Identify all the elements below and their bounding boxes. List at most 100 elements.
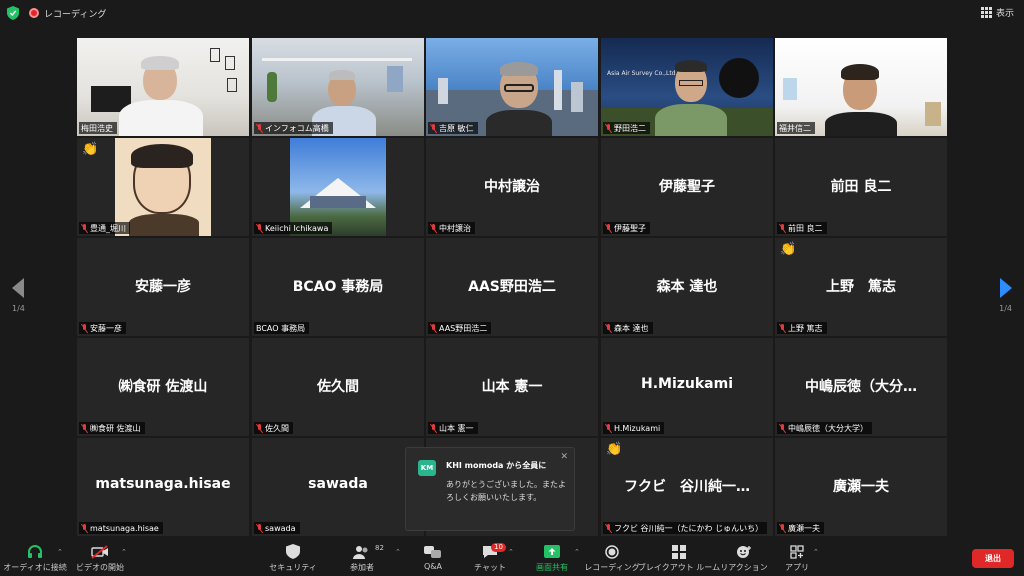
chat-bubble-icon: 10 bbox=[481, 543, 506, 559]
participant-display-name: 中村譲治 bbox=[484, 179, 540, 195]
headphones-icon bbox=[26, 544, 44, 559]
participants-chevron-up-icon[interactable]: ⌃ bbox=[395, 548, 401, 556]
audio-options-chevron-up-icon[interactable]: ⌃ bbox=[57, 548, 63, 556]
participant-tile[interactable]: 森本 達也 森本 達也 bbox=[601, 238, 773, 336]
participant-tile[interactable]: 梅田浩史 bbox=[77, 38, 249, 136]
chat-chevron-up-icon[interactable]: ⌃ bbox=[508, 548, 514, 556]
participant-display-name: 中嶋辰徳（大分… bbox=[805, 379, 917, 395]
participant-name-tag: 佐久間 bbox=[254, 422, 293, 434]
raised-hand-icon: 👏 bbox=[606, 442, 623, 457]
participant-display-name: sawada bbox=[308, 476, 368, 492]
video-options-chevron-up-icon[interactable]: ⌃ bbox=[121, 548, 127, 556]
participant-tile[interactable]: 安藤一彦 安藤一彦 bbox=[77, 238, 249, 336]
participant-name-tag: インフォコム高橋 bbox=[254, 122, 333, 134]
participant-tile[interactable]: ㈱食研 佐渡山 ㈱食研 佐渡山 bbox=[77, 338, 249, 436]
muted-mic-icon bbox=[605, 323, 612, 333]
start-video-button[interactable]: ビデオの開始 bbox=[74, 544, 126, 576]
participant-display-name: matsunaga.hisae bbox=[95, 476, 231, 492]
participant-tile[interactable]: 山本 憲一 山本 憲一 bbox=[426, 338, 598, 436]
participant-tile[interactable]: BCAO 事務局 BCAO 事務局 bbox=[252, 238, 424, 336]
participant-tile[interactable]: インフォコム高橋 bbox=[252, 38, 424, 136]
participant-display-name: 安藤一彦 bbox=[135, 279, 191, 295]
security-shield-icon[interactable] bbox=[7, 6, 19, 20]
apps-button[interactable]: アプリ bbox=[784, 544, 810, 576]
participants-count: 82 bbox=[375, 544, 384, 552]
top-bar: レコーディング 表示 bbox=[0, 0, 1024, 26]
shield-icon bbox=[284, 544, 302, 559]
participant-tile[interactable]: H.Mizukami H.Mizukami bbox=[601, 338, 773, 436]
breakout-rooms-icon bbox=[670, 544, 688, 559]
muted-mic-icon bbox=[256, 123, 263, 133]
muted-mic-icon bbox=[605, 123, 612, 133]
close-icon[interactable]: ✕ bbox=[560, 452, 568, 462]
page-indicator-left: 1/4 bbox=[12, 304, 25, 313]
chat-sender-avatar: KM bbox=[418, 460, 436, 476]
participant-display-name: 上野 篤志 bbox=[826, 279, 896, 295]
raised-hand-icon: 👏 bbox=[82, 142, 99, 157]
participant-tile[interactable]: 中村譲治 中村譲治 bbox=[426, 138, 598, 236]
participant-tile-active-speaker[interactable]: 福井信二 bbox=[775, 38, 947, 136]
record-button[interactable]: レコーディング bbox=[584, 544, 640, 576]
participant-display-name: AAS野田浩二 bbox=[468, 279, 556, 295]
chat-unread-badge: 10 bbox=[491, 543, 506, 552]
recording-icon[interactable] bbox=[29, 8, 39, 18]
participant-tile[interactable]: 廣瀬一夫 廣瀬一夫 bbox=[775, 438, 947, 536]
participant-name-tag: sawada bbox=[254, 522, 300, 534]
participant-tile[interactable]: Asia Air Survey Co.,Ltd. 野田浩二 bbox=[601, 38, 773, 136]
prev-page-arrow-icon[interactable] bbox=[12, 278, 24, 298]
muted-mic-icon bbox=[779, 523, 786, 533]
participant-name-tag: H.Mizukami bbox=[603, 422, 665, 434]
chat-sender-line: KHI momoda から全員に bbox=[446, 461, 547, 470]
participant-tile[interactable]: 吉原 敏仁 bbox=[426, 38, 598, 136]
record-icon bbox=[603, 544, 621, 559]
view-button[interactable]: 表示 bbox=[980, 6, 1014, 19]
participant-tile[interactable]: 佐久間 佐久間 bbox=[252, 338, 424, 436]
view-label: 表示 bbox=[995, 9, 1014, 19]
chat-message-text: ありがとうございました。またよろしくお願いいたします。 bbox=[446, 480, 566, 502]
muted-mic-icon bbox=[430, 423, 437, 433]
participant-tile[interactable]: Keiichi Ichikawa bbox=[252, 138, 424, 236]
muted-mic-icon bbox=[256, 423, 263, 433]
qa-bubbles-icon bbox=[424, 544, 442, 559]
muted-mic-icon bbox=[430, 123, 437, 133]
participant-display-name: H.Mizukami bbox=[640, 376, 734, 392]
participant-tile[interactable]: 前田 良二 前田 良二 bbox=[775, 138, 947, 236]
participant-name-tag: フクビ 谷川純一（たにかわ じゅんいち） bbox=[603, 522, 768, 534]
qa-button[interactable]: Q&A bbox=[414, 544, 452, 576]
muted-mic-icon bbox=[256, 223, 263, 233]
muted-mic-icon bbox=[779, 423, 786, 433]
participant-tile[interactable]: 👏 上野 篤志 上野 篤志 bbox=[775, 238, 947, 336]
participant-name-tag: 吉原 敏仁 bbox=[428, 122, 478, 134]
participants-button[interactable]: 82 参加者 bbox=[340, 544, 384, 576]
participant-display-name: 佐久間 bbox=[317, 379, 359, 395]
participant-name-tag: 前田 良二 bbox=[777, 222, 827, 234]
participant-tile[interactable]: AAS野田浩二 AAS野田浩二 bbox=[426, 238, 598, 336]
grid-view-icon bbox=[980, 7, 992, 18]
chat-button[interactable]: 10 チャット bbox=[470, 543, 510, 576]
participant-tile[interactable]: sawada sawada bbox=[252, 438, 424, 536]
participant-name-tag: ㈱食研 佐渡山 bbox=[79, 422, 145, 434]
security-button[interactable]: セキュリティ bbox=[269, 544, 317, 576]
participant-display-name: 前田 良二 bbox=[830, 179, 892, 195]
participant-tile[interactable]: 👏 フクビ 谷川純一… フクビ 谷川純一（たにかわ じゅんいち） bbox=[601, 438, 773, 536]
participant-display-name: 伊藤聖子 bbox=[659, 179, 715, 195]
share-chevron-up-icon[interactable]: ⌃ bbox=[574, 548, 580, 556]
participant-tile[interactable]: matsunaga.hisae matsunaga.hisae bbox=[77, 438, 249, 536]
participant-name-tag: AAS野田浩二 bbox=[428, 322, 492, 334]
next-page-arrow-icon[interactable] bbox=[1000, 278, 1012, 298]
participant-tile[interactable]: 👏 豊通_堀川 bbox=[77, 138, 249, 236]
muted-mic-icon bbox=[81, 323, 88, 333]
muted-mic-icon bbox=[605, 223, 612, 233]
muted-mic-icon bbox=[605, 423, 612, 433]
leave-button[interactable]: 退出 bbox=[972, 549, 1014, 568]
participant-name-tag: Keiichi Ichikawa bbox=[254, 222, 333, 234]
chat-notification-popup[interactable]: KM KHI momoda から全員に ✕ ありがとうございました。またよろしく… bbox=[405, 447, 575, 531]
participant-tile[interactable]: 中嶋辰徳（大分… 中嶋辰徳（大分大学） bbox=[775, 338, 947, 436]
participant-tile[interactable]: 伊藤聖子 伊藤聖子 bbox=[601, 138, 773, 236]
participant-name-tag: 福井信二 bbox=[777, 122, 815, 134]
share-screen-button[interactable]: 画面共有 bbox=[530, 544, 574, 576]
apps-chevron-up-icon[interactable]: ⌃ bbox=[813, 548, 819, 556]
participant-display-name: 廣瀬一夫 bbox=[833, 479, 889, 495]
breakout-rooms-button[interactable]: ブレイクアウト ルーム bbox=[638, 544, 720, 576]
reactions-button[interactable]: リアクション bbox=[720, 544, 768, 576]
